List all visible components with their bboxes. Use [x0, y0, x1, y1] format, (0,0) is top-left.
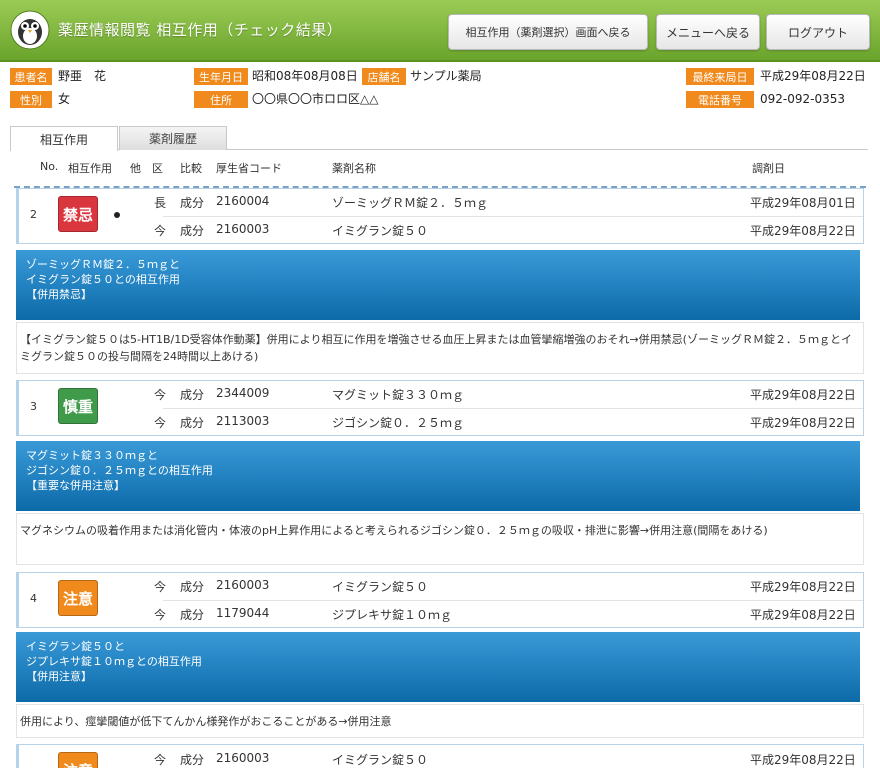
last-visit-value: 平成29年08月22日	[760, 69, 866, 83]
code-cell: 2113003	[216, 414, 270, 428]
severity-badge-attention: 注意	[58, 580, 98, 616]
back-to-menu-button[interactable]: メニューへ戻る	[656, 14, 760, 50]
drug-name-cell: ジプレキサ錠１０ｍｇ	[332, 608, 453, 622]
row-divider	[163, 600, 863, 601]
entry-number: 2	[30, 208, 37, 221]
store-value: サンプル薬局	[410, 69, 482, 83]
interaction-banner: ゾーミッグＲＭ錠２．５ｍｇと イミグラン錠５０との相互作用 【併用禁忌】	[16, 250, 860, 320]
ku-cell: 今	[154, 224, 167, 238]
date-cell: 平成29年08月22日	[750, 388, 856, 402]
compare-cell: 成分	[180, 224, 205, 238]
address-label: 住所	[194, 91, 248, 108]
date-cell: 平成29年08月22日	[750, 608, 856, 622]
tab-drug-history[interactable]: 薬剤履歴	[119, 126, 227, 150]
app-header: 薬歴情報閲覧 相互作用（チェック結果） 相互作用（薬剤選択）画面へ戻る メニュー…	[0, 0, 880, 62]
compare-cell: 成分	[180, 388, 205, 402]
ku-cell: 今	[154, 608, 167, 622]
col-compare: 比較	[180, 162, 202, 175]
interaction-banner: イミグラン錠５０と ジプレキサ錠１０ｍｇとの相互作用 【併用注意】	[16, 632, 860, 702]
severity-badge-contraindicated: 禁忌	[58, 196, 98, 232]
banner-line: 【併用注意】	[26, 670, 92, 683]
ku-cell: 今	[154, 753, 167, 767]
row-divider	[163, 216, 863, 217]
page-title: 薬歴情報閲覧 相互作用（チェック結果）	[58, 21, 343, 39]
code-cell: 2160003	[216, 578, 270, 592]
banner-line: マグミット錠３３０ｍｇと	[26, 449, 158, 462]
compare-cell: 成分	[180, 196, 205, 210]
store-label: 店舗名	[362, 68, 406, 85]
banner-line: ジゴシン錠０．２５ｍｇとの相互作用	[26, 464, 213, 477]
col-code: 厚生省コード	[216, 162, 282, 175]
interaction-description: マグネシウムの吸着作用または消化管内・体液のpH上昇作用によると考えられるジゴシ…	[20, 524, 768, 537]
code-cell: 1179044	[216, 606, 270, 620]
interaction-entry	[16, 744, 864, 768]
row-divider	[163, 408, 863, 409]
banner-line: イミグラン錠５０との相互作用	[26, 273, 180, 286]
birth-label: 生年月日	[194, 68, 248, 85]
entry-number: 4	[30, 592, 37, 605]
last-visit-label: 最終来局日	[686, 68, 754, 85]
entry-number: 3	[30, 400, 37, 413]
tab-interaction[interactable]: 相互作用	[10, 126, 118, 151]
date-cell: 平成29年08月22日	[750, 224, 856, 238]
birth-value: 昭和08年08月08日	[252, 69, 358, 83]
code-cell: 2160003	[216, 751, 270, 765]
compare-cell: 成分	[180, 580, 205, 594]
code-cell: 2160003	[216, 222, 270, 236]
gender-label: 性別	[10, 91, 52, 108]
drug-name-cell: イミグラン錠５０	[332, 753, 429, 767]
other-marker-icon	[114, 212, 120, 218]
interaction-description: 併用により、痙攣閾値が低下てんかん様発作がおこることがある→併用注意	[20, 715, 392, 728]
date-cell: 平成29年08月01日	[750, 196, 856, 210]
ku-cell: 今	[154, 416, 167, 430]
patient-name-label: 患者名	[10, 68, 52, 85]
ku-cell: 長	[154, 196, 167, 210]
phone-label: 電話番号	[686, 91, 754, 108]
address-value: 〇〇県〇〇市ロロ区△△	[252, 92, 379, 106]
drug-name-cell: イミグラン錠５０	[332, 224, 429, 238]
banner-line: 【重要な併用注意】	[26, 479, 125, 492]
banner-line: ジプレキサ錠１０ｍｇとの相互作用	[26, 655, 202, 668]
drug-name-cell: マグミット錠３３０ｍｇ	[332, 388, 465, 402]
drug-name-cell: ゾーミッグＲＭ錠２．５ｍｇ	[332, 196, 489, 210]
compare-cell: 成分	[180, 416, 205, 430]
logout-button[interactable]: ログアウト	[766, 14, 870, 50]
banner-line: ゾーミッグＲＭ錠２．５ｍｇと	[26, 258, 180, 271]
date-cell: 平成29年08月22日	[750, 753, 856, 767]
patient-name: 野亜 花	[58, 69, 107, 83]
col-date: 調剤日	[752, 162, 785, 175]
col-interaction: 相互作用	[68, 162, 112, 175]
drug-name-cell: イミグラン錠５０	[332, 580, 429, 594]
date-cell: 平成29年08月22日	[750, 416, 856, 430]
drug-name-cell: ジゴシン錠０．２５ｍｇ	[332, 416, 465, 430]
col-no: No.	[40, 160, 59, 173]
col-other: 他	[130, 162, 141, 175]
ku-cell: 今	[154, 580, 167, 594]
app-logo-icon	[10, 10, 50, 50]
code-cell: 2344009	[216, 386, 270, 400]
col-drug-name: 薬剤名称	[332, 162, 376, 175]
phone-value: 092-092-0353	[760, 92, 846, 106]
severity-badge-caution: 慎重	[58, 388, 98, 424]
interaction-description: 【イミグラン錠５０は5-HT1B/1D受容体作動薬】併用により相互に作用を増強さ…	[20, 333, 852, 363]
gender-value: 女	[58, 92, 71, 106]
compare-cell: 成分	[180, 608, 205, 622]
banner-line: 【併用禁忌】	[26, 288, 92, 301]
ku-cell: 今	[154, 388, 167, 402]
description-box	[16, 513, 864, 565]
banner-line: イミグラン錠５０と	[26, 640, 125, 653]
col-ku: 区	[152, 162, 163, 175]
date-cell: 平成29年08月22日	[750, 580, 856, 594]
severity-badge-attention: 注意	[58, 752, 98, 768]
back-to-selection-button[interactable]: 相互作用（薬剤選択）画面へ戻る	[448, 14, 648, 50]
interaction-banner: マグミット錠３３０ｍｇと ジゴシン錠０．２５ｍｇとの相互作用 【重要な併用注意】	[16, 441, 860, 511]
code-cell: 2160004	[216, 194, 270, 208]
compare-cell: 成分	[180, 753, 205, 767]
